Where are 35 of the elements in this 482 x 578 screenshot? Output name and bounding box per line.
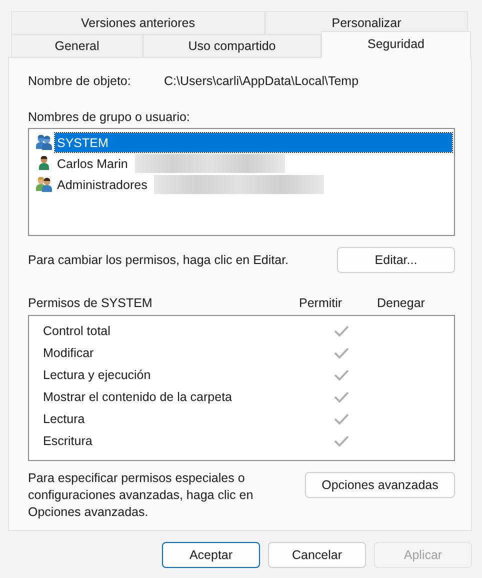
tab[interactable]: Versiones anteriores bbox=[11, 11, 265, 34]
tab[interactable]: Personalizar bbox=[265, 11, 468, 34]
advanced-hint: Para especificar permisos especiales o configuraciones avanzadas, haga clic en Opciones avanzadas. bbox=[28, 470, 254, 521]
column-header: Denegar bbox=[377, 296, 426, 310]
permission-name: Lectura bbox=[43, 412, 86, 426]
permission-name: Escritura bbox=[43, 434, 94, 448]
users-icon bbox=[35, 176, 53, 192]
edit-button[interactable]: Editar... bbox=[337, 247, 455, 273]
tab[interactable]: General bbox=[11, 34, 143, 57]
permission-name: Lectura y ejecución bbox=[43, 368, 152, 382]
dialog-button[interactable]: Aceptar bbox=[162, 542, 260, 568]
check-icon bbox=[334, 347, 348, 359]
object-path: C:\Users\carli\AppData\Local\Temp bbox=[164, 74, 359, 88]
check-icon bbox=[334, 325, 348, 337]
object-name-label: Nombre de objeto: bbox=[28, 74, 132, 88]
tab[interactable]: Uso compartido bbox=[143, 34, 321, 57]
check-icon bbox=[334, 435, 348, 447]
permission-name: Modificar bbox=[43, 346, 95, 360]
user-list-item[interactable]: Administradores bbox=[55, 175, 150, 194]
column-header: Permitir bbox=[299, 296, 344, 310]
check-icon bbox=[334, 391, 348, 403]
check-icon bbox=[334, 369, 348, 381]
dialog-button[interactable]: Cancelar bbox=[268, 542, 366, 568]
permission-name: Control total bbox=[43, 324, 112, 338]
users-label: Nombres de grupo o usuario: bbox=[28, 110, 190, 124]
users-list[interactable]: SYSTEM Carlos Marin Administradores bbox=[28, 128, 455, 236]
users-icon bbox=[35, 134, 53, 150]
permission-name: Mostrar el contenido de la carpeta bbox=[43, 390, 233, 404]
edit-hint: Para cambiar los permisos, haga clic en Editar. bbox=[28, 253, 289, 267]
check-icon bbox=[334, 413, 348, 425]
permissions-title: Permisos de SYSTEM bbox=[28, 296, 154, 310]
tab[interactable]: Seguridad bbox=[321, 31, 471, 58]
user-list-item[interactable]: Carlos Marin bbox=[55, 154, 130, 173]
advanced-options-button[interactable]: Opciones avanzadas bbox=[305, 472, 455, 498]
user-list-item[interactable]: SYSTEM bbox=[55, 133, 452, 152]
